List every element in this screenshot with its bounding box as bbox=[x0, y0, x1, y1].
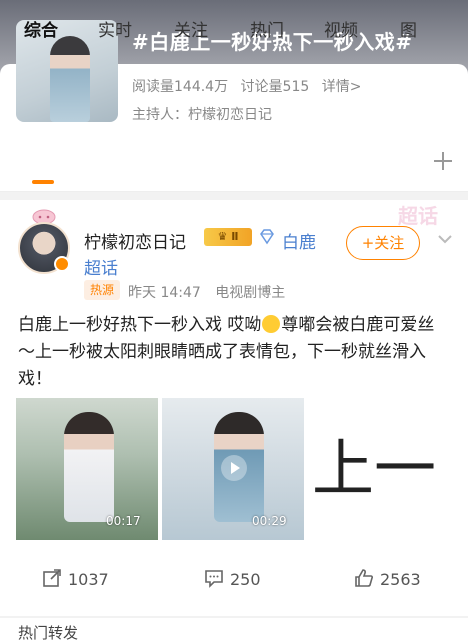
tab-hot[interactable]: 热门 bbox=[250, 16, 284, 41]
hot-badge: 热源 bbox=[84, 280, 121, 300]
level-label: Ⅱ bbox=[231, 230, 239, 243]
comment-count: 250 bbox=[230, 570, 261, 589]
post-meta: 昨天 14:47 电视剧博主 bbox=[128, 282, 295, 302]
laugh-emoji-icon bbox=[262, 315, 281, 333]
image-text: 上一 bbox=[312, 432, 437, 505]
tab-realtime[interactable]: 实时 bbox=[98, 16, 132, 41]
super-topic-label[interactable]: 白鹿 bbox=[282, 228, 316, 253]
tab-video[interactable]: 视频 bbox=[324, 16, 358, 41]
plus-icon[interactable] bbox=[432, 150, 454, 172]
super-topic-label-2[interactable]: 超话 bbox=[84, 254, 118, 279]
repost-button[interactable]: 1037 bbox=[42, 568, 109, 589]
post-time: 昨天 14:47 bbox=[128, 285, 201, 301]
discuss-count: 讨论量515 bbox=[240, 79, 310, 95]
tab-active-indicator bbox=[32, 180, 54, 184]
video-thumbnail-2[interactable]: 00:29 bbox=[162, 398, 304, 540]
tab-all[interactable]: 综合 bbox=[24, 16, 58, 41]
video-duration: 00:29 bbox=[252, 514, 287, 528]
tab-fade bbox=[370, 136, 420, 190]
follow-button[interactable]: +关注 bbox=[346, 226, 420, 260]
like-button[interactable]: 2563 bbox=[354, 568, 421, 589]
tab-images[interactable]: 图 bbox=[400, 16, 417, 41]
post-body[interactable]: 白鹿上一秒好热下一秒入戏 哎呦 尊嘟会被白鹿可爱丝～上一秒被太阳刺眼睛晒成了表情包… bbox=[18, 312, 448, 393]
post-text-part1: 白鹿上一秒好热下一秒入戏 哎呦 bbox=[18, 315, 262, 335]
image-thumbnail-3[interactable]: 上一 bbox=[308, 398, 454, 540]
post-username[interactable]: 柠檬初恋日记 bbox=[84, 228, 186, 253]
play-icon bbox=[221, 455, 247, 481]
diamond-icon bbox=[260, 229, 274, 245]
repost-count: 1037 bbox=[68, 570, 109, 589]
topic-stats: 阅读量144.4万 讨论量515 详情> bbox=[132, 76, 369, 96]
details-link[interactable]: 详情> bbox=[322, 79, 362, 95]
thumbs-up-icon bbox=[355, 569, 373, 587]
topic-host[interactable]: 主持人：柠檬初恋日记 bbox=[132, 104, 272, 124]
crown-icon: ♛ bbox=[217, 230, 228, 243]
video-figure bbox=[64, 412, 114, 522]
tab-following[interactable]: 关注 bbox=[174, 16, 208, 41]
section-label-hot-reposts: 热门转发 bbox=[0, 618, 468, 640]
level-badge: ♛ Ⅱ bbox=[204, 228, 252, 246]
like-count: 2563 bbox=[380, 570, 421, 589]
video-duration: 00:17 bbox=[106, 514, 141, 528]
comment-button[interactable]: 250 bbox=[204, 568, 261, 589]
chevron-down-icon[interactable] bbox=[436, 230, 454, 248]
post-watermark: 超话 bbox=[398, 204, 438, 228]
cover-figure bbox=[50, 36, 90, 122]
post-source: 电视剧博主 bbox=[215, 285, 286, 301]
read-count: 阅读量144.4万 bbox=[132, 79, 229, 95]
post-actions: 1037 250 2563 bbox=[0, 556, 468, 602]
verified-badge-icon bbox=[54, 256, 70, 272]
comment-icon bbox=[205, 570, 223, 588]
video-thumbnail-1[interactable]: 00:17 bbox=[16, 398, 158, 540]
repost-icon bbox=[43, 569, 61, 587]
